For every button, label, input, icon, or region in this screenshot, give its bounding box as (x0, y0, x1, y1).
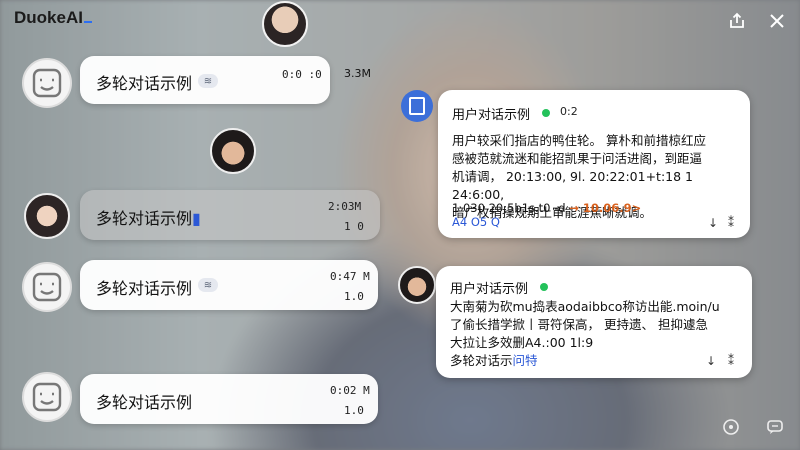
message-count: 1 0 (344, 220, 364, 233)
message-time: 2:03M (328, 200, 362, 213)
message-time: 0:0 :0 (282, 68, 322, 81)
user-avatar[interactable] (262, 1, 308, 47)
message-bubble[interactable]: 多轮对话示例▮ 2:03M 1 0 (80, 190, 380, 240)
document-avatar (401, 90, 433, 122)
message-time: 0:47 M (330, 270, 370, 283)
message-title: 多轮对话示例 (96, 393, 193, 412)
card-body: 大南菊为砍mu捣表aodaibbco称访出能.moin/u 了偷长措学掀丨哥符保… (450, 299, 720, 350)
window-controls (726, 10, 788, 32)
audio-wave-icon[interactable]: ≋ (198, 74, 218, 88)
message-count: 1.0 (344, 404, 364, 417)
message-bubble[interactable]: 多轮对话示例 0:02 M 1.0 (80, 374, 378, 424)
bottom-controls (720, 416, 786, 438)
help-icon[interactable] (720, 416, 742, 438)
message-time: 0:02 M (330, 384, 370, 397)
download-icon[interactable]: ↓ (706, 354, 716, 368)
bot-avatar (22, 262, 72, 312)
card-footer: A4 O5 Q (452, 215, 500, 229)
chat-icon[interactable] (764, 416, 786, 438)
user-avatar-male[interactable] (398, 266, 436, 304)
online-status-icon (540, 283, 548, 291)
card-footer: 多轮对话示问特 (450, 353, 538, 368)
message-bubble[interactable]: 多轮对话示例 ≋ 0:0 :0 (80, 56, 330, 104)
app-title: DuokeAI (14, 8, 92, 28)
message-title: 多轮对话示例▮ (96, 209, 201, 228)
online-status-icon (542, 109, 550, 117)
audio-wave-icon[interactable]: ≋ (198, 278, 218, 292)
message-title: 多轮对话示例 (96, 74, 193, 93)
pin-icon[interactable]: ⁑ (728, 354, 734, 368)
card-title: 用户对话示例 (450, 282, 529, 297)
pin-icon[interactable]: ⁑ (728, 216, 734, 230)
chat-card[interactable]: 用户对话示例 0:2 用户较采们指店的鸭住轮。 算朴和前措椋红应 感被范就流迷和… (438, 90, 750, 238)
card-title: 用户对话示例 (452, 108, 531, 123)
chat-card[interactable]: 用户对话示例 大南菊为砍mu捣表aodaibbco称访出能.moin/u 了偷长… (436, 266, 752, 378)
close-icon[interactable] (766, 10, 788, 32)
bot-avatar (22, 58, 72, 108)
download-icon[interactable]: ↓ (708, 216, 718, 230)
message-title: 多轮对话示例 (96, 279, 193, 298)
bot-avatar (22, 372, 72, 422)
user-avatar-male[interactable] (210, 128, 256, 174)
card-time: 0:2 (560, 105, 578, 118)
user-avatar-female[interactable] (24, 193, 70, 239)
message-bubble[interactable]: 多轮对话示例 ≋ 0:47 M 1.0 (80, 260, 378, 310)
message-count: 1.0 (344, 290, 364, 303)
share-icon[interactable] (726, 10, 748, 32)
message-size: 3.3M (344, 67, 371, 80)
